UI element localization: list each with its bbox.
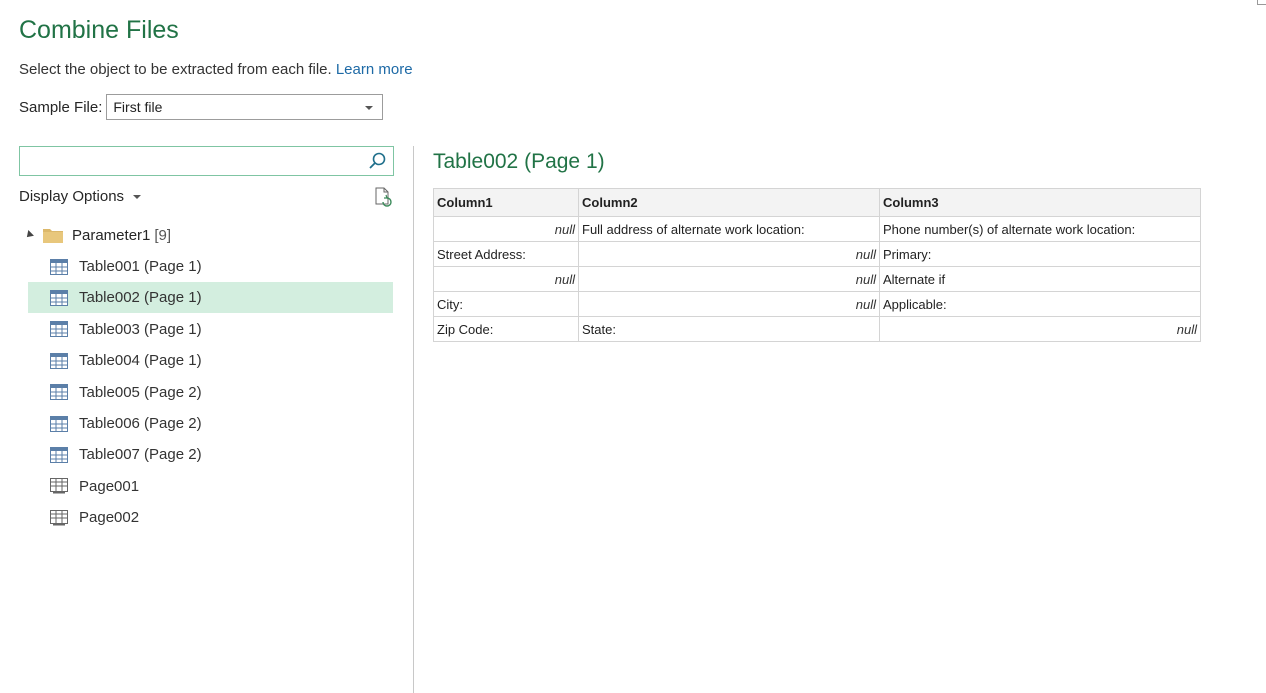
table-cell: State: — [578, 316, 880, 342]
tree-item-label: Page002 — [79, 509, 140, 527]
table-cell: null — [433, 266, 579, 292]
table-cell: Full address of alternate work location: — [578, 216, 880, 242]
folder-label: Parameter1 — [72, 226, 151, 244]
tree-item[interactable]: Table006 (Page 2) — [28, 408, 393, 439]
table-icon — [50, 446, 68, 463]
preview-table: Column1 Column2 Column3 null Full address… — [433, 188, 1201, 342]
table-cell: City: — [433, 291, 579, 317]
table-icon — [50, 258, 68, 275]
table-icon — [50, 321, 68, 338]
tree-item-label: Page001 — [79, 477, 140, 495]
folder-icon — [43, 227, 63, 243]
table-cell: Phone number(s) of alternate work locati… — [879, 216, 1201, 242]
tree-item[interactable]: Table001 (Page 1) — [28, 251, 393, 282]
table-cell: Applicable: — [879, 291, 1201, 317]
table-icon — [50, 415, 68, 432]
display-options-button[interactable]: Display Options — [19, 188, 142, 205]
table-header-row: Column1 Column2 Column3 — [433, 188, 1201, 217]
tree-item-label: Table006 (Page 2) — [79, 415, 202, 432]
tree-folder-parameter1[interactable]: Parameter1 [9] — [24, 220, 171, 250]
tree-item-label: Table005 (Page 2) — [79, 383, 202, 401]
subtitle-text: Select the object to be extracted from e… — [19, 61, 332, 78]
column-header: Column3 — [879, 188, 1201, 217]
tree-item-label: Table001 (Page 1) — [79, 258, 202, 275]
tree-item-label: Table003 (Page 1) — [79, 320, 202, 338]
tree-item[interactable]: Table004 (Page 1) — [28, 345, 393, 376]
folder-count: [9] — [154, 226, 172, 244]
display-options-label: Display Options — [19, 188, 125, 205]
preview-title: Table002 (Page 1) — [433, 150, 605, 173]
table-cell: Street Address: — [433, 241, 579, 267]
table-cell: null — [578, 291, 880, 317]
window-corner — [1257, 0, 1266, 5]
table-cell: null — [578, 266, 880, 292]
tree-item[interactable]: Page001 — [28, 471, 393, 502]
search-input[interactable] — [19, 146, 394, 176]
table-cell: null — [879, 316, 1201, 342]
tree-item[interactable]: Table005 (Page 2) — [28, 377, 393, 408]
sample-file-dropdown[interactable]: First file — [106, 94, 384, 120]
tree-item-label: Table002 (Page 1) — [79, 289, 202, 307]
sample-file-label: Sample File: — [19, 98, 103, 116]
caret-down-icon — [133, 194, 142, 199]
tree-item[interactable]: Table002 (Page 1) — [28, 282, 393, 314]
page-icon — [50, 509, 68, 526]
sample-file-value: First file — [113, 99, 163, 115]
tree-item-label: Table007 (Page 2) — [79, 446, 202, 464]
table-cell: Primary: — [879, 241, 1201, 267]
table-cell: null — [578, 241, 880, 267]
learn-more-link[interactable]: Learn more — [336, 61, 413, 78]
panel-divider — [413, 146, 414, 693]
tree-item[interactable]: Page002 — [28, 502, 393, 533]
refresh-file-icon[interactable] — [372, 186, 394, 213]
dialog-title: Combine Files — [19, 16, 179, 44]
table-icon — [50, 352, 68, 369]
table-cell: Zip Code: — [433, 316, 579, 342]
table-row: City: null Applicable: — [433, 291, 1201, 317]
table-row: null null Alternate if — [433, 266, 1201, 292]
table-row: Street Address: null Primary: — [433, 241, 1201, 267]
table-cell: null — [433, 216, 579, 242]
sample-file-row: Sample File: First file — [19, 94, 384, 120]
table-row: Zip Code: State: null — [433, 316, 1201, 342]
table-row: null Full address of alternate work locat… — [433, 216, 1201, 242]
tree-item[interactable]: Table003 (Page 1) — [28, 314, 393, 345]
tree-item-label: Table004 (Page 1) — [79, 352, 202, 370]
page-icon — [50, 478, 68, 494]
search-icon[interactable] — [367, 151, 387, 176]
expand-triangle-icon[interactable] — [24, 230, 34, 240]
dialog-subtitle: Select the object to be extracted from e… — [19, 61, 413, 78]
table-icon — [50, 289, 68, 306]
table-cell: Alternate if — [879, 266, 1201, 292]
table-icon — [50, 384, 68, 401]
tree-item[interactable]: Table007 (Page 2) — [28, 439, 393, 470]
column-header: Column2 — [578, 188, 880, 217]
column-header: Column1 — [433, 188, 579, 217]
chevron-down-icon — [365, 106, 374, 110]
